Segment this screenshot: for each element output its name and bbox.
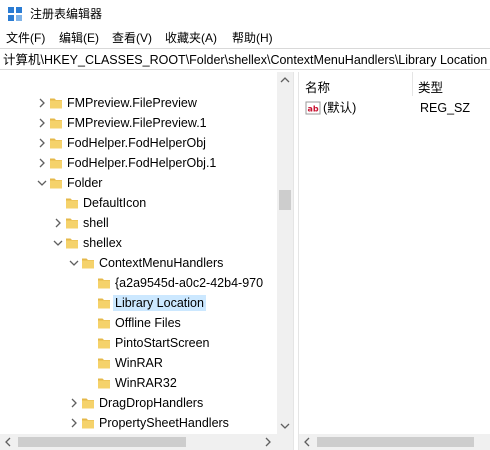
- menu-help[interactable]: 帮助(H): [232, 30, 273, 46]
- tree-node-label: FodHelper.FodHelperObj: [67, 136, 206, 150]
- column-header-type[interactable]: 类型: [418, 77, 443, 96]
- menu-file[interactable]: 文件(F): [6, 30, 45, 46]
- folder-icon: [82, 258, 94, 269]
- value-row[interactable]: ab (默认) REG_SZ: [299, 98, 490, 118]
- tree-node[interactable]: Library Location: [0, 293, 277, 313]
- chevron-right-icon[interactable]: [36, 96, 48, 110]
- tree-vertical-scrollbar[interactable]: [277, 72, 293, 434]
- folder-icon: [66, 198, 78, 209]
- tree-node-label: shell: [83, 216, 109, 230]
- tree-horizontal-scroll-thumb[interactable]: [18, 437, 186, 447]
- tree-horizontal-scrollbar[interactable]: [0, 434, 293, 450]
- chevron-down-icon[interactable]: [52, 236, 64, 250]
- tree-node[interactable]: shellex: [0, 233, 277, 253]
- window-title: 注册表编辑器: [30, 7, 103, 21]
- tree-vertical-scroll-thumb[interactable]: [279, 190, 291, 210]
- chevron-right-icon[interactable]: [36, 116, 48, 130]
- tree-node[interactable]: FMPreview.FilePreview.1: [0, 113, 277, 133]
- tree-node[interactable]: WinRAR: [0, 353, 277, 373]
- tree-node-label: FMPreview.FilePreview: [67, 96, 197, 110]
- tree-node[interactable]: FMPreview.FilePreview: [0, 93, 277, 113]
- folder-icon: [82, 418, 94, 429]
- tree-node[interactable]: PintoStartScreen: [0, 333, 277, 353]
- tree-node-label: WinRAR: [115, 356, 163, 370]
- menu-favorites[interactable]: 收藏夹(A): [165, 30, 217, 46]
- folder-icon: [50, 118, 62, 129]
- tree-node[interactable]: Offline Files: [0, 313, 277, 333]
- chevron-right-icon[interactable]: [36, 156, 48, 170]
- tree-node-label: ContextMenuHandlers: [99, 256, 224, 270]
- folder-icon: [98, 358, 110, 369]
- menu-view[interactable]: 查看(V): [112, 30, 152, 46]
- scroll-up-arrow-icon[interactable]: [277, 72, 293, 88]
- chevron-right-icon[interactable]: [68, 396, 80, 410]
- folder-icon: [98, 318, 110, 329]
- address-bar[interactable]: 计算机\HKEY_CLASSES_ROOT\Folder\shellex\Con…: [0, 48, 490, 70]
- key-tree: FMPreview.FilePreview FMPreview.FilePrevi…: [0, 72, 293, 450]
- title-bar: 注册表编辑器: [0, 0, 490, 28]
- folder-icon: [50, 138, 62, 149]
- tree-node-label: Folder: [67, 176, 103, 190]
- tree-node[interactable]: WinRAR32: [0, 373, 277, 393]
- folder-icon: [98, 378, 110, 389]
- tree-node[interactable]: shell: [0, 213, 277, 233]
- tree-node[interactable]: DefaultIcon: [0, 193, 277, 213]
- chevron-down-icon[interactable]: [36, 176, 48, 190]
- tree-node-label: Library Location: [113, 295, 206, 311]
- list-header: 名称 类型: [299, 72, 490, 96]
- folder-icon: [50, 98, 62, 109]
- tree-node-label: Offline Files: [115, 316, 181, 330]
- folder-icon: [98, 298, 110, 309]
- tree-node[interactable]: FodHelper.FodHelperObj: [0, 133, 277, 153]
- chevron-right-icon[interactable]: [68, 416, 80, 430]
- tree-node[interactable]: PropertySheetHandlers: [0, 413, 277, 433]
- tree-node-label: {a2a9545d-a0c2-42b4-970: [115, 276, 264, 290]
- scroll-right-arrow-icon[interactable]: [260, 434, 276, 450]
- tree-node-label: FMPreview.FilePreview.1: [67, 116, 207, 130]
- folder-icon: [82, 398, 94, 409]
- scroll-left-arrow-icon[interactable]: [0, 434, 16, 450]
- registry-editor-icon: [8, 7, 22, 21]
- column-header-name[interactable]: 名称: [305, 77, 330, 96]
- value-name: (默认): [323, 101, 357, 115]
- chevron-right-icon[interactable]: [52, 216, 64, 230]
- svg-text:ab: ab: [308, 105, 319, 114]
- chevron-right-icon[interactable]: [36, 136, 48, 150]
- address-path[interactable]: 计算机\HKEY_CLASSES_ROOT\Folder\shellex\Con…: [3, 52, 490, 68]
- scroll-down-arrow-icon[interactable]: [277, 418, 293, 434]
- tree-node[interactable]: DragDropHandlers: [0, 393, 277, 413]
- folder-icon: [98, 278, 110, 289]
- folder-icon: [50, 178, 62, 189]
- values-list: 名称 类型 ab (默认) REG_SZ: [299, 72, 490, 450]
- folder-icon: [66, 218, 78, 229]
- list-horizontal-scrollbar[interactable]: [299, 434, 490, 450]
- folder-icon: [98, 338, 110, 349]
- tree-node-label: DefaultIcon: [83, 196, 147, 210]
- tree-node-label: WinRAR32: [115, 376, 177, 390]
- chevron-down-icon[interactable]: [68, 256, 80, 270]
- folder-icon: [66, 238, 78, 249]
- string-value-icon: ab: [305, 101, 321, 115]
- tree-node[interactable]: {a2a9545d-a0c2-42b4-970: [0, 273, 277, 293]
- tree-node[interactable]: Folder: [0, 173, 277, 193]
- tree-node[interactable]: FodHelper.FodHelperObj.1: [0, 153, 277, 173]
- list-horizontal-scroll-thumb[interactable]: [317, 437, 474, 447]
- tree-node-label: shellex: [83, 236, 122, 250]
- menu-bar: 文件(F) 编辑(E) 查看(V) 收藏夹(A) 帮助(H): [0, 28, 490, 48]
- tree-node-label: DragDropHandlers: [99, 396, 204, 410]
- tree-node-label: FodHelper.FodHelperObj.1: [67, 156, 217, 170]
- tree-node-label: PintoStartScreen: [115, 336, 210, 350]
- folder-icon: [50, 158, 62, 169]
- value-type: REG_SZ: [420, 101, 471, 115]
- menu-edit[interactable]: 编辑(E): [59, 30, 99, 46]
- column-separator[interactable]: [412, 72, 413, 96]
- tree-node[interactable]: ContextMenuHandlers: [0, 253, 277, 273]
- scroll-left-arrow-icon[interactable]: [299, 434, 315, 450]
- tree-node-label: PropertySheetHandlers: [99, 416, 229, 430]
